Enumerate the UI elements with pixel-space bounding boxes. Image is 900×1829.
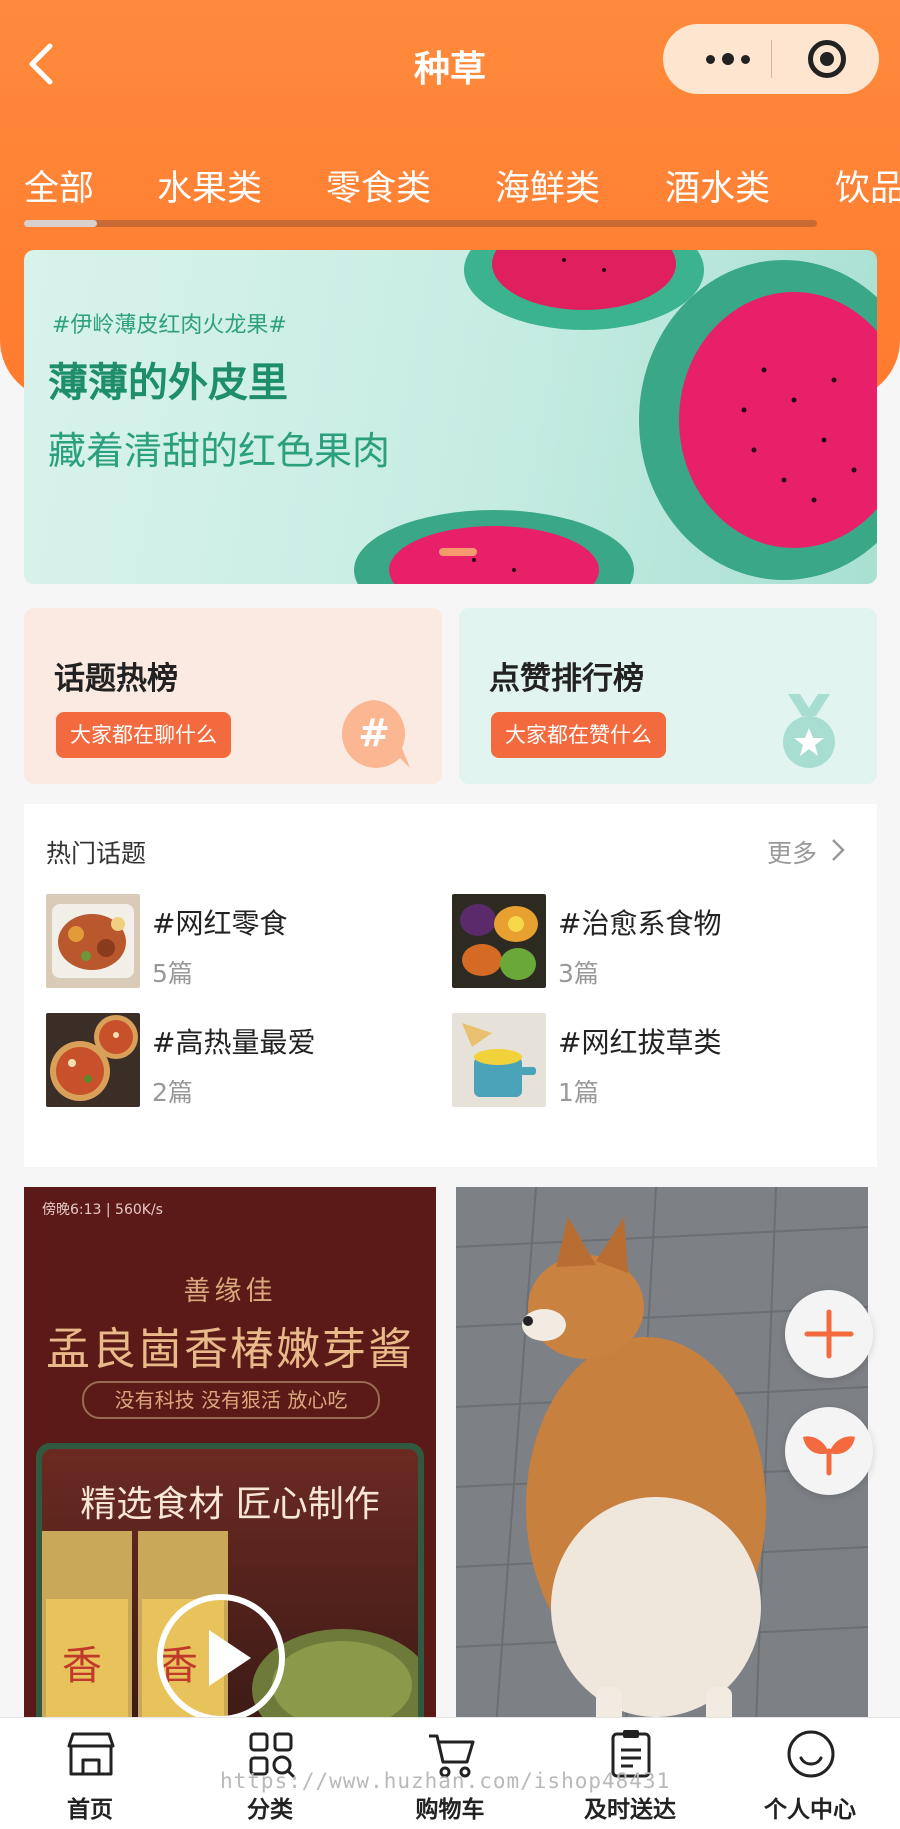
topic-name: #治愈系食物 [558,907,722,940]
topic-item[interactable]: #网红拔草类 1篇 [452,1013,812,1109]
video-status-bar: 傍晚6:13 | 560K/s [42,1202,163,1218]
tab-all[interactable]: 全部 [24,160,94,211]
tab-drinks[interactable]: 酒水类 [665,160,770,211]
svg-text:香: 香 [62,1643,102,1689]
video-brand: 善缘佳 [183,1276,277,1307]
video-inner-title: 精选食材 匠心制作 [80,1484,380,1525]
topic-item[interactable]: #治愈系食物 3篇 [452,894,812,990]
like-ranking-button[interactable]: 大家都在赞什么 [491,712,666,758]
tab-snacks[interactable]: 零食类 [326,160,431,211]
create-post-button[interactable] [785,1290,873,1378]
topic-ranking-card[interactable]: 话题热榜 大家都在聊什么 # [24,608,442,784]
topic-count: 2篇 [152,1078,193,1107]
smile-icon [787,1730,835,1778]
more-dots-icon[interactable] [693,49,763,69]
hot-topics-more-link[interactable]: 更多 [767,834,817,870]
topic-thumbnail [46,894,140,988]
tab-fruit[interactable]: 水果类 [157,160,262,211]
sprout-icon [803,1436,855,1476]
feed-post-video[interactable]: 傍晚6:13 | 560K/s 善缘佳 孟良崮香椿嫩芽酱 没有科技 没有狠活 放… [24,1187,436,1727]
topic-thumbnail [452,894,546,988]
topic-count: 1篇 [558,1078,599,1107]
banner-headline: 薄薄的外皮里 [48,360,288,406]
topic-item[interactable]: #网红零食 5篇 [46,894,406,990]
topic-thumbnail [46,1013,140,1107]
banner-subheadline: 藏着清甜的红色果肉 [48,429,391,473]
topic-ranking-button[interactable]: 大家都在聊什么 [56,712,231,758]
dragon-fruit-image [354,250,877,584]
nav-bar: 种草 [0,0,900,130]
topic-count: 5篇 [152,959,193,988]
tabbar-profile[interactable]: 个人中心 [720,1718,900,1829]
tabbar-label: 首页 [67,1797,113,1823]
medal-icon [783,694,835,768]
video-product-name: 孟良崮香椿嫩芽酱 [46,1324,414,1375]
banner-hashtag: #伊岭薄皮红肉火龙果# [52,313,287,338]
watermark-text: https://www.huzhan.com/ishop48431 [220,1769,671,1793]
like-ranking-title: 点赞排行榜 [489,661,644,697]
svg-text:#: # [358,711,390,755]
banner-page-indicator [439,548,477,556]
topic-name: #网红拔草类 [558,1026,722,1059]
topic-count: 3篇 [558,959,599,988]
hot-topics-section: 热门话题 更多 #网红零食 5篇 #治愈系食物 3篇 #高热量最爱 2篇 #网红… [24,804,877,1167]
topic-thumbnail [452,1013,546,1107]
topic-item[interactable]: #高热量最爱 2篇 [46,1013,406,1109]
video-slogan: 没有科技 没有狠活 放心吃 [82,1381,380,1419]
tabbar-label: 分类 [247,1797,293,1823]
mini-program-capsule [663,24,879,94]
seedling-button[interactable] [785,1407,873,1495]
store-icon [67,1732,115,1776]
hot-topics-title: 热门话题 [46,839,147,868]
target-icon[interactable] [808,40,846,78]
tabbar-label: 个人中心 [764,1797,856,1823]
topic-ranking-title: 话题热榜 [54,661,178,697]
tab-scroll-track [24,220,817,227]
tab-seafood[interactable]: 海鲜类 [495,160,600,211]
play-icon[interactable] [157,1594,285,1722]
tab-scroll-indicator [24,220,97,227]
capsule-divider [771,40,772,78]
topic-name: #高热量最爱 [152,1026,316,1059]
chevron-right-icon[interactable] [829,837,847,863]
tabbar-label: 及时送达 [584,1797,676,1823]
tab-beverages[interactable]: 饮品 [835,160,900,211]
topic-name: #网红零食 [152,907,288,940]
promo-banner[interactable]: #伊岭薄皮红肉火龙果# 薄薄的外皮里 藏着清甜的红色果肉 [24,250,877,584]
hashtag-bubble-icon: # [341,700,410,768]
tabbar-home[interactable]: 首页 [0,1718,180,1829]
like-ranking-card[interactable]: 点赞排行榜 大家都在赞什么 [459,608,877,784]
tabbar-label: 购物车 [415,1797,485,1823]
plus-icon [804,1309,854,1359]
